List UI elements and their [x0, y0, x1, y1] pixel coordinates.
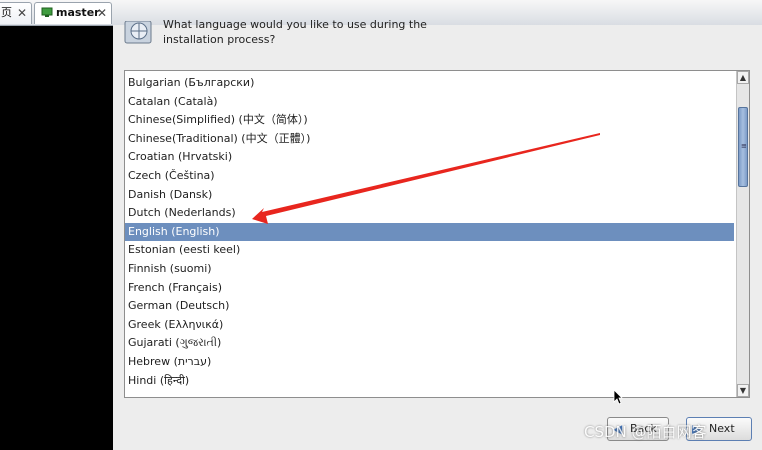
annotation-arrow — [252, 133, 600, 224]
mouse-cursor-icon — [613, 389, 623, 405]
annotation-arrow-shape — [252, 133, 600, 224]
watermark: CSDN @陌白网客 — [584, 423, 707, 441]
